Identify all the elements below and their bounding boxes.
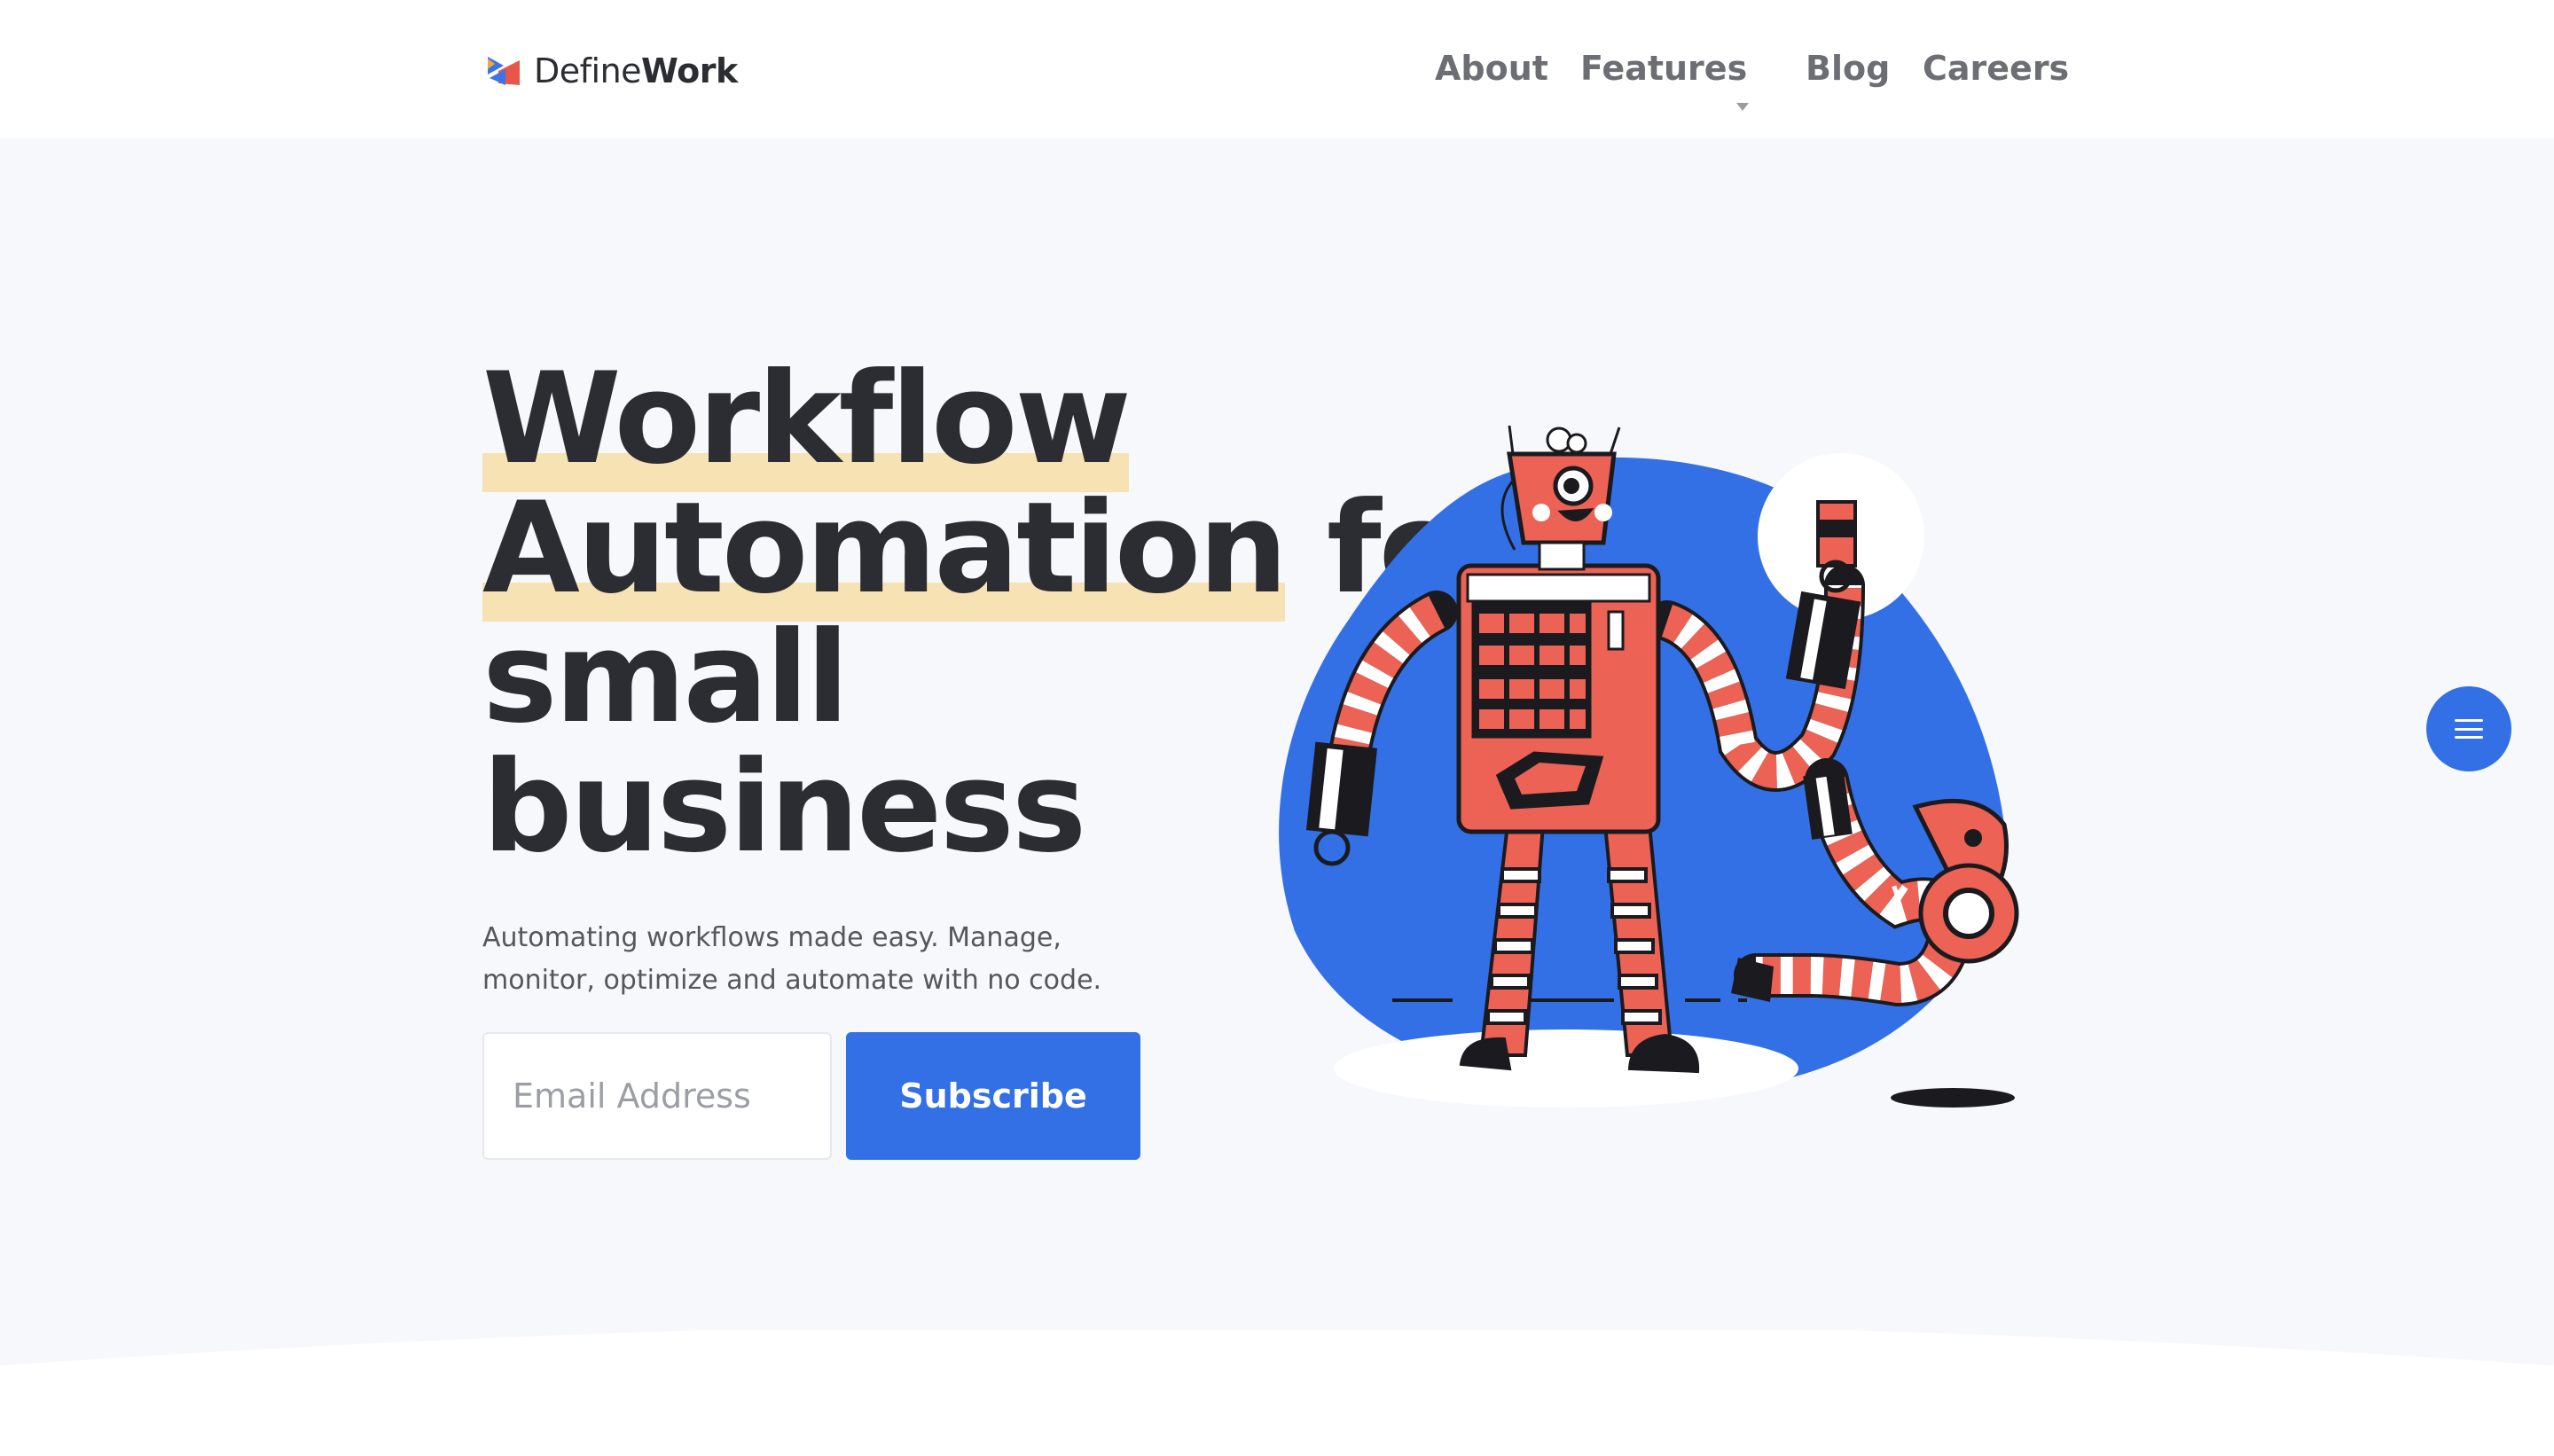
floor-ellipse bbox=[1334, 1029, 1798, 1108]
hero-title-highlight-1: Workflow bbox=[482, 346, 1132, 492]
menu-fab-button[interactable] bbox=[2426, 686, 2511, 771]
robot-illustration bbox=[1279, 425, 2019, 1108]
nav-careers-link[interactable]: Careers bbox=[1923, 44, 2069, 92]
bottom-wave-divider bbox=[0, 1330, 2554, 1456]
caret-down-icon[interactable] bbox=[1736, 103, 1749, 111]
subscribe-button[interactable]: Subscribe bbox=[846, 1032, 1140, 1160]
hero-subtitle: Automating workflows made easy. Manage, … bbox=[482, 922, 1102, 996]
brand-name-bold: Work bbox=[641, 51, 738, 90]
brand-name-light: Define bbox=[534, 51, 642, 90]
email-input[interactable] bbox=[482, 1032, 832, 1160]
brand-logo[interactable]: DefineWork bbox=[486, 50, 738, 92]
logo-mark-icon bbox=[488, 57, 520, 85]
nav-about-link[interactable]: About bbox=[1435, 44, 1548, 92]
site-header: DefineWork About Features Blog Careers bbox=[0, 0, 2554, 138]
hamburger-menu-icon bbox=[2455, 719, 2483, 739]
hero-title-highlight-2: Automation bbox=[482, 475, 1288, 622]
brand-name: DefineWork bbox=[534, 54, 738, 88]
robot-body bbox=[1456, 563, 1661, 834]
nav-blog-link[interactable]: Blog bbox=[1806, 44, 1890, 92]
nav-features-link[interactable]: Features bbox=[1580, 44, 1747, 92]
shadow-ellipse bbox=[1891, 1088, 2015, 1108]
